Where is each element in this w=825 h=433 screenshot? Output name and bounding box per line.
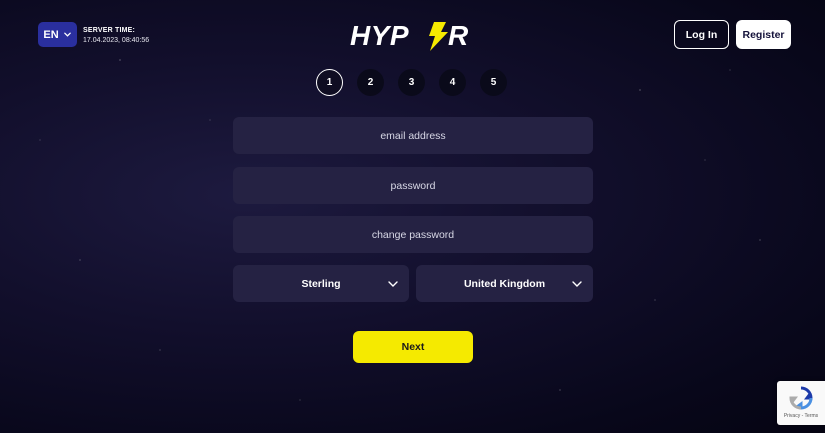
confirm-password-input[interactable]: change password xyxy=(233,216,593,253)
server-time-label: SERVER TIME: xyxy=(83,27,136,34)
chevron-down-icon xyxy=(388,281,398,287)
language-code: EN xyxy=(43,28,59,41)
password-placeholder: password xyxy=(390,179,436,192)
login-button[interactable]: Log In xyxy=(674,20,729,49)
recaptcha-badge[interactable]: Privacy - Terms xyxy=(777,381,825,425)
country-select[interactable]: United Kingdom xyxy=(416,265,593,302)
next-button[interactable]: Next xyxy=(353,331,473,363)
lightning-bolt-icon xyxy=(429,22,448,51)
step-2: 2 xyxy=(357,69,384,96)
hyper-logo[interactable]: HYP R xyxy=(350,18,474,52)
chevron-down-icon xyxy=(63,32,71,37)
chevron-down-icon xyxy=(572,281,582,287)
country-value: United Kingdom xyxy=(463,277,546,290)
confirm-password-placeholder: change password xyxy=(371,228,455,241)
server-time: SERVER TIME: 17.04.2023, 08:40:56 xyxy=(83,26,149,46)
step-4: 4 xyxy=(439,69,466,96)
recaptcha-links[interactable]: Privacy - Terms xyxy=(784,413,818,419)
svg-text:R: R xyxy=(448,20,469,51)
email-placeholder: email address xyxy=(380,129,446,142)
language-selector[interactable]: EN xyxy=(38,22,77,47)
step-3: 3 xyxy=(398,69,425,96)
currency-value: Sterling xyxy=(301,277,341,290)
registration-steps: 1 2 3 4 5 xyxy=(316,69,507,96)
currency-select[interactable]: Sterling xyxy=(233,265,409,302)
step-1: 1 xyxy=(316,69,343,96)
step-5: 5 xyxy=(480,69,507,96)
email-input[interactable]: email address xyxy=(233,117,593,154)
register-button[interactable]: Register xyxy=(736,20,791,49)
password-input[interactable]: password xyxy=(233,167,593,204)
svg-text:HYP: HYP xyxy=(350,20,409,51)
recaptcha-icon xyxy=(789,386,813,410)
server-time-value: 17.04.2023, 08:40:56 xyxy=(83,37,150,44)
